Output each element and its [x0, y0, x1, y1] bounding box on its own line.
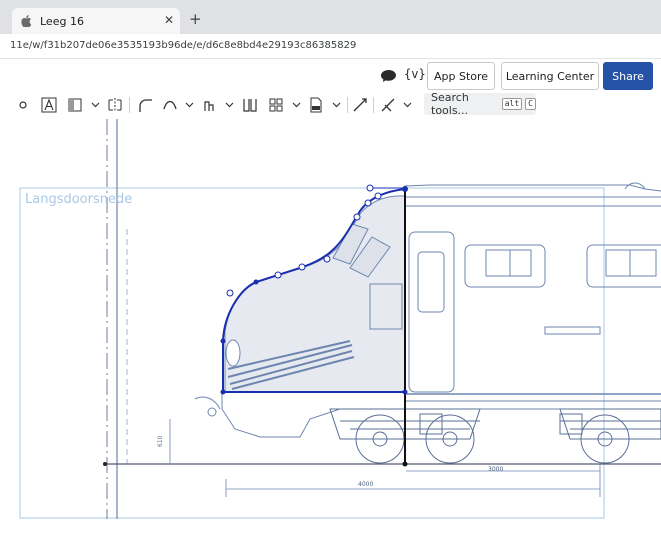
chevron-down-icon[interactable] [288, 97, 304, 113]
new-tab-button[interactable]: + [189, 10, 202, 28]
url-text: 11e/w/f31b207de06e3535193b96de/e/d6c8e8b… [10, 40, 357, 51]
grid-pattern-icon[interactable] [268, 97, 284, 113]
learning-center-button[interactable]: Learning Center [501, 62, 599, 90]
sketch-toolbar: Search tools... alt C [0, 91, 661, 119]
pattern-icon[interactable] [242, 97, 258, 113]
address-bar[interactable]: 11e/w/f31b207de06e3535193b96de/e/d6c8e8b… [0, 34, 661, 59]
toolbar-divider [129, 97, 130, 113]
trim-icon[interactable] [352, 97, 368, 113]
offset-icon[interactable] [201, 97, 217, 113]
svg-text:610: 610 [157, 435, 164, 447]
toolbar-divider [373, 97, 374, 113]
rail-endpoint [103, 462, 107, 466]
point-icon[interactable] [15, 97, 31, 113]
sketch-canvas[interactable]: 610 4000 3000 [0, 119, 661, 547]
tab-title: Leeg 16 [40, 14, 84, 28]
sketch-origin-point[interactable] [402, 461, 408, 467]
share-button[interactable]: Share [603, 62, 653, 90]
toolbar-divider [347, 97, 348, 113]
train-drawing [194, 182, 661, 464]
comment-icon[interactable] [380, 68, 397, 82]
fillet-icon[interactable] [137, 97, 153, 113]
app-store-button[interactable]: App Store [427, 62, 495, 90]
dimension-label-3000: 3000 [488, 466, 503, 473]
search-tools-placeholder: Search tools... [431, 91, 469, 117]
spline-icon[interactable] [162, 97, 178, 113]
browser-tab[interactable]: Leeg 16 ✕ [12, 8, 180, 34]
shortcut-alt-key: alt [501, 98, 523, 110]
variables-icon[interactable]: {v} [404, 67, 426, 81]
close-icon[interactable]: ✕ [164, 13, 174, 27]
text-icon[interactable] [41, 97, 57, 113]
browser-tab-bar: Leeg 16 ✕ + [0, 0, 661, 34]
dimension-label-4000: 4000 [358, 481, 373, 488]
search-tools-input[interactable]: Search tools... alt C [424, 91, 536, 117]
app-header: {v} App Store Learning Center Share [0, 59, 661, 91]
apple-icon [20, 15, 32, 27]
sketch-label: Langsdoorsnede [25, 192, 133, 207]
use-icon[interactable] [67, 97, 83, 113]
mirror-icon[interactable] [107, 97, 123, 113]
chevron-down-icon[interactable] [87, 97, 103, 113]
chevron-down-icon[interactable] [399, 97, 415, 113]
chevron-down-icon[interactable] [221, 97, 237, 113]
insert-dxf-icon[interactable] [308, 97, 324, 113]
graphics-area[interactable]: 610 4000 3000 Langsdoorsnede [0, 119, 661, 547]
chevron-down-icon[interactable] [181, 97, 197, 113]
chevron-down-icon[interactable] [328, 97, 344, 113]
construction-icon[interactable] [380, 97, 396, 113]
shortcut-c-key: C [525, 98, 536, 110]
